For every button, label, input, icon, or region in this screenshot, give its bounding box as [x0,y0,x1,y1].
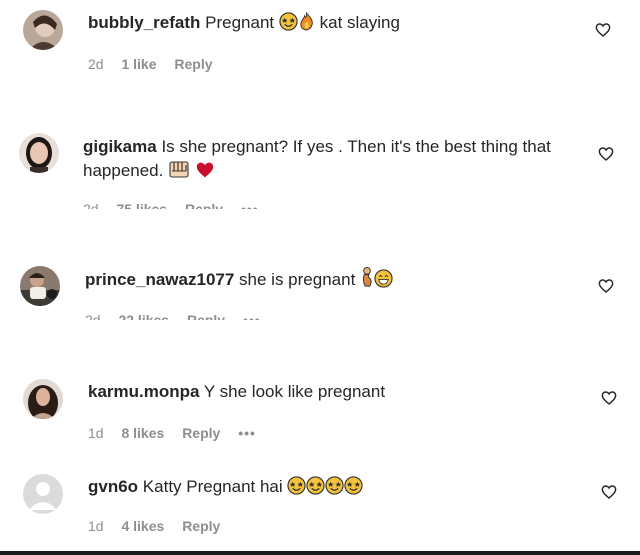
likes-count[interactable]: 22 likes [118,312,169,320]
comment-meta: 2d 22 likes Reply ••• [85,312,275,320]
starstruck-emoji-icon [279,12,298,38]
comment-item: gvn6o Katty Pregnant hai 1d 4 likes Repl… [0,460,640,550]
comment-item: bubbly_refath Pregnant kat slaying 2d 1 … [0,0,640,100]
timestamp: 1d [88,518,104,534]
comment-text: she is pregnant [239,270,356,289]
username[interactable]: gigikama [83,137,157,156]
comment-text-line: prince_nawaz1077 she is pregnant [85,267,393,295]
comment-body: gigikama Is she pregnant? If yes . Then … [83,135,573,186]
reply-button[interactable]: Reply [187,312,225,320]
reply-button[interactable]: Reply [174,56,212,72]
more-options-icon[interactable]: ••• [238,425,256,441]
comment-body: gvn6o Katty Pregnant hai [88,475,364,502]
heart-outline-icon[interactable] [601,390,617,406]
comment-meta: 2d 75 likes Reply ••• [83,201,273,209]
comment-text: Katty Pregnant hai [142,477,283,496]
starstruck-emoji-icon [325,476,345,502]
comment-body: karmu.monpa Y she look like pregnant [88,380,385,404]
avatar[interactable] [20,266,60,306]
likes-count[interactable]: 75 likes [116,201,167,209]
comment-text-line: gvn6o Katty Pregnant hai [88,475,364,502]
username[interactable]: prince_nawaz1077 [85,270,234,289]
comment-text-line: bubbly_refath Pregnant kat slaying [88,11,400,38]
timestamp: 2d [88,56,104,72]
likes-count[interactable]: 4 likes [121,518,164,534]
reply-button[interactable]: Reply [182,425,220,441]
comment-item: gigikama Is she pregnant? If yes . Then … [0,125,640,225]
fire-emoji-icon [298,11,315,38]
comment-meta: 2d 1 like Reply [88,56,227,72]
likes-count[interactable]: 1 like [121,56,156,72]
pregnant-woman-emoji-icon [360,267,374,295]
avatar[interactable] [23,10,63,50]
likes-count[interactable]: 8 likes [121,425,164,441]
more-options-icon[interactable]: ••• [241,201,259,209]
grinning-sweat-emoji-icon [374,269,393,295]
comment-item: prince_nawaz1077 she is pregnant 2d 22 l… [0,250,640,330]
comment-text-line: gigikama Is she pregnant? If yes . Then … [83,135,573,186]
starstruck-emoji-icon [344,476,364,502]
username[interactable]: karmu.monpa [88,382,199,401]
avatar[interactable] [19,133,59,173]
red-heart-emoji-icon [195,161,215,186]
comment-text: Y she look like pregnant [203,382,386,401]
reply-button[interactable]: Reply [182,518,220,534]
comment-text: Pregnant [205,13,275,32]
heart-outline-icon[interactable] [598,146,614,162]
username[interactable]: bubbly_refath [88,13,200,32]
heart-outline-icon[interactable] [601,484,617,500]
reply-button[interactable]: Reply [185,201,223,209]
hands-emoji-icon [168,159,190,186]
comment-meta: 1d 4 likes Reply [88,518,234,534]
comment-text-continued: kat slaying [319,13,400,32]
timestamp: 2d [85,312,101,320]
username[interactable]: gvn6o [88,477,138,496]
comment-body: prince_nawaz1077 she is pregnant [85,267,393,295]
timestamp: 1d [88,425,104,441]
heart-outline-icon[interactable] [598,278,614,294]
heart-outline-icon[interactable] [595,22,611,38]
comment-body: bubbly_refath Pregnant kat slaying [88,11,400,38]
starstruck-emoji-icon [287,476,307,502]
more-options-icon[interactable]: ••• [243,312,261,320]
bottom-divider [0,551,640,555]
comment-item: karmu.monpa Y she look like pregnant 1d … [0,365,640,450]
avatar[interactable] [23,474,63,514]
avatar[interactable] [23,379,63,419]
timestamp: 2d [83,201,99,209]
comment-meta: 1d 8 likes Reply ••• [88,425,270,441]
comment-text-line: karmu.monpa Y she look like pregnant [88,380,385,404]
starstruck-emoji-icon [306,476,326,502]
